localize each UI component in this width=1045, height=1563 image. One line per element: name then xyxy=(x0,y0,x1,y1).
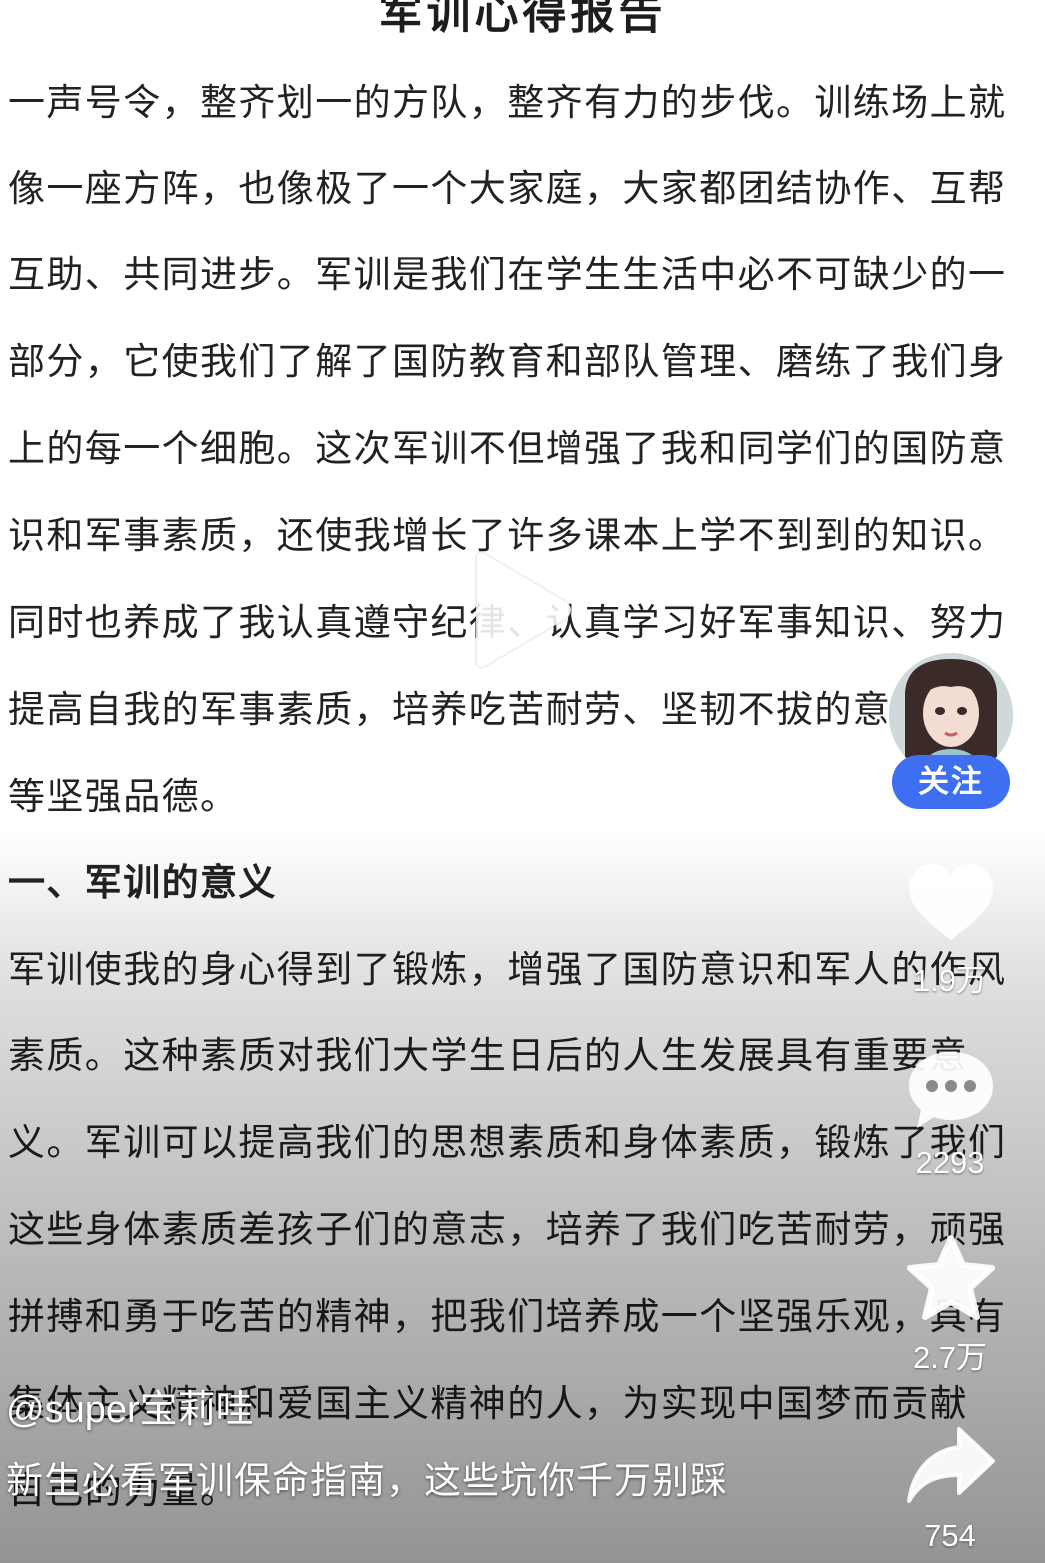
document-line: 等坚强品德。 xyxy=(8,775,239,818)
like-button[interactable] xyxy=(905,862,997,944)
play-icon xyxy=(475,551,572,669)
document-line: 素质。这种素质对我们大学生日后的人生发展具有重要意 xyxy=(8,1034,968,1077)
document-line: 一声号令，整齐划一的方队，整齐有力的步伐。训练场上就 xyxy=(8,81,1007,124)
comment-count: 2293 xyxy=(915,1145,985,1180)
share-count: 754 xyxy=(924,1518,976,1553)
document-line: 像一座方阵，也像极了一个大家庭，大家都团结协作、互帮 xyxy=(8,167,1007,210)
favorite-button[interactable] xyxy=(905,1234,997,1322)
comment-button[interactable] xyxy=(905,1048,997,1132)
author-name[interactable]: @super宝莉哇 xyxy=(6,1378,254,1433)
follow-button[interactable]: 关注 xyxy=(892,755,1010,809)
document-line: 拼搏和勇于吃苦的精神，把我们培养成一个坚强乐观，具有 xyxy=(8,1295,1007,1338)
share-icon xyxy=(907,1427,995,1503)
document-line: 义。军训可以提高我们的思想素质和身体素质，锻炼了我们 xyxy=(8,1121,1007,1164)
heart-icon xyxy=(909,864,993,940)
video-caption[interactable]: 新生必看军训保命指南，这些坑你千万别踩 xyxy=(6,1452,806,1509)
document-line: 互助、共同进步。军训是我们在学生生活中必不可缺少的一 xyxy=(8,253,1007,296)
document-heading: 一、军训的意义 xyxy=(8,861,277,904)
document-line: 军训使我的身心得到了锻炼，增强了国防意识和军人的作风 xyxy=(8,948,1007,991)
document-line: 上的每一个细胞。这次军训不但增强了我和同学们的国防意 xyxy=(8,427,1007,470)
comment-icon xyxy=(909,1052,993,1128)
play-button[interactable] xyxy=(458,545,578,675)
favorite-count: 2.7万 xyxy=(912,1340,988,1375)
star-icon xyxy=(907,1235,995,1320)
document-line: 提高自我的军事素质，培养吃苦耐劳、坚韧不拔的意志 xyxy=(8,688,930,731)
document-line: 这些身体素质差孩子们的意志，培养了我们吃苦耐劳，顽强 xyxy=(8,1208,1007,1251)
share-button[interactable] xyxy=(905,1425,997,1505)
like-count: 1.9万 xyxy=(912,963,988,998)
document-line: 部分，它使我们了解了国防教育和部队管理、磨练了我们身 xyxy=(8,340,1007,383)
